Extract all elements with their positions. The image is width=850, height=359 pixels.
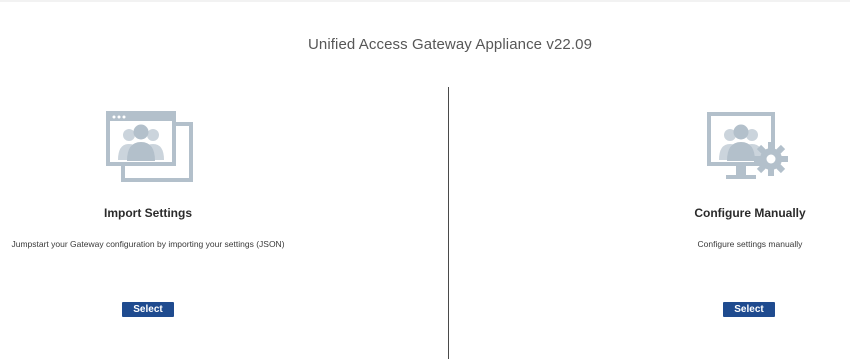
import-settings-select-button[interactable]: Select (122, 302, 174, 317)
configure-manually-icon (707, 112, 788, 179)
import-settings-title: Import Settings (103, 206, 192, 220)
import-settings-icon (106, 111, 193, 182)
page-title: Unified Access Gateway Appliance v22.09 (307, 36, 593, 53)
configure-manually-description: Configure settings manually (697, 239, 803, 249)
option-divider (448, 87, 449, 359)
top-border (0, 0, 850, 2)
setup-page: Unified Access Gateway Appliance v22.09 … (0, 0, 850, 359)
configure-manually-select-button[interactable]: Select (723, 302, 775, 317)
import-settings-description: Jumpstart your Gateway configuration by … (11, 239, 285, 249)
configure-manually-title: Configure Manually (694, 206, 806, 220)
